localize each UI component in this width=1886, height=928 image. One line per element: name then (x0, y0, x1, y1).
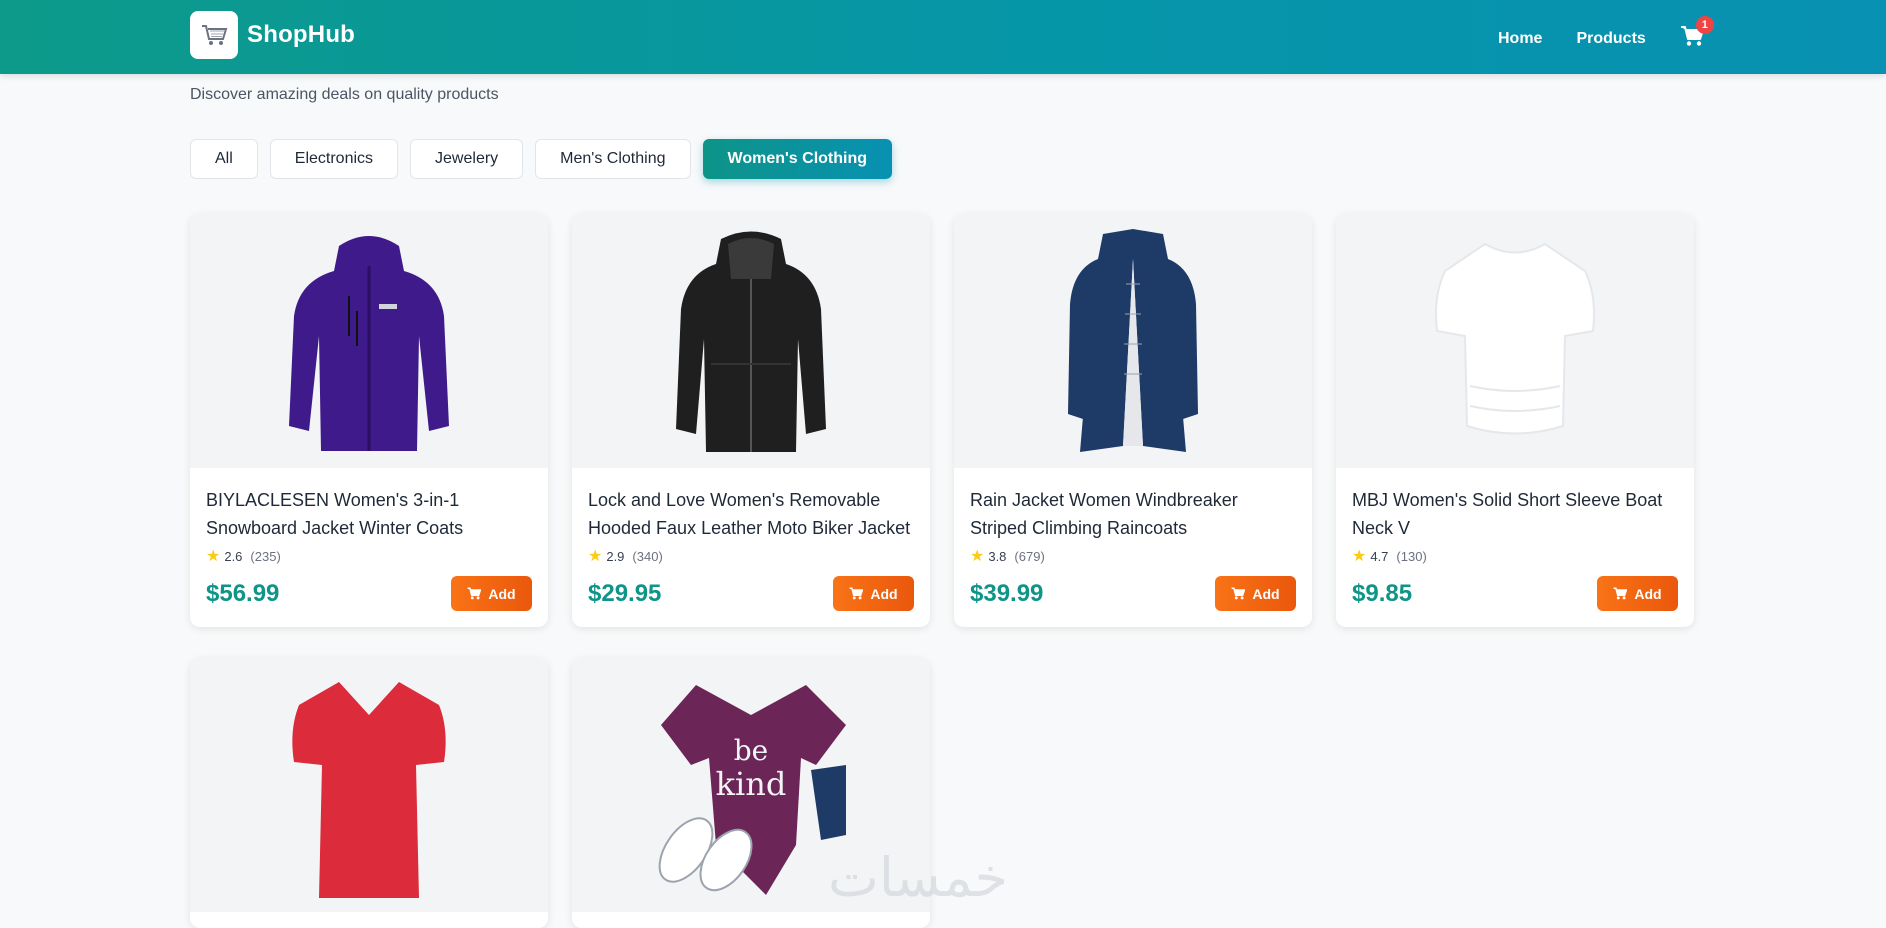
add-to-cart-button[interactable]: Add (1597, 576, 1678, 611)
cart-icon (1613, 587, 1628, 600)
main-nav: Home Products 1 (1498, 16, 1714, 53)
product-image (190, 214, 548, 468)
product-price: $9.85 (1352, 579, 1413, 607)
page-subtitle: Discover amazing deals on quality produc… (190, 86, 499, 103)
product-title[interactable]: Rain Jacket Women Windbreaker Striped Cl… (970, 486, 1296, 542)
cart-icon (467, 587, 482, 600)
product-image (572, 214, 930, 468)
filter-electronics[interactable]: Electronics (269, 139, 399, 179)
filter-jewelery[interactable]: Jewelery (410, 139, 524, 179)
product-title[interactable]: MBJ Women's Solid Short Sleeve Boat Neck… (1352, 486, 1678, 542)
add-to-cart-button[interactable]: Add (451, 576, 532, 611)
brand[interactable]: ShopHub (190, 11, 355, 59)
cart-icon (1231, 587, 1246, 600)
add-to-cart-button[interactable]: Add (1215, 576, 1296, 611)
nav-home-link[interactable]: Home (1498, 30, 1542, 48)
star-icon: ★ (970, 548, 985, 565)
add-to-cart-button[interactable]: Add (833, 576, 914, 611)
product-image (1336, 214, 1694, 468)
svg-text:be: be (734, 734, 769, 767)
brand-name: ShopHub (247, 21, 356, 48)
filter-all[interactable]: All (190, 139, 258, 179)
product-price: $56.99 (206, 579, 280, 607)
product-card[interactable]: BIYLACLESEN Women's 3-in-1 Snowboard Jac… (190, 214, 548, 627)
star-icon: ★ (1352, 548, 1367, 565)
cart-button[interactable]: 1 (1680, 16, 1714, 53)
filter-womens-clothing[interactable]: Women's Clothing (702, 139, 892, 179)
product-title[interactable]: BIYLACLESEN Women's 3-in-1 Snowboard Jac… (206, 486, 532, 542)
top-navbar: ShopHub Home Products 1 (0, 0, 1886, 74)
watermark: خمسات (828, 846, 1009, 909)
cart-logo-icon (190, 11, 238, 59)
svg-text:kind: kind (716, 765, 787, 803)
category-filters: All Electronics Jewelery Men's Clothing … (190, 139, 892, 179)
product-rating: ★ 2.6 (235) (206, 548, 281, 565)
product-card[interactable] (190, 658, 548, 928)
product-image (954, 214, 1312, 468)
star-icon: ★ (588, 548, 603, 565)
cart-icon (849, 587, 864, 600)
nav-products-link[interactable]: Products (1576, 30, 1645, 48)
product-card[interactable]: Lock and Love Women's Removable Hooded F… (572, 214, 930, 627)
product-image (190, 658, 548, 912)
filter-mens-clothing[interactable]: Men's Clothing (535, 139, 691, 179)
star-icon: ★ (206, 548, 221, 565)
product-card[interactable]: MBJ Women's Solid Short Sleeve Boat Neck… (1336, 214, 1694, 627)
product-rating: ★ 4.7 (130) (1352, 548, 1427, 565)
product-card[interactable]: Rain Jacket Women Windbreaker Striped Cl… (954, 214, 1312, 627)
product-title[interactable]: Lock and Love Women's Removable Hooded F… (588, 486, 914, 542)
product-rating: ★ 2.9 (340) (588, 548, 663, 565)
product-price: $39.99 (970, 579, 1044, 607)
cart-count-badge: 1 (1695, 16, 1714, 34)
product-rating: ★ 3.8 (679) (970, 548, 1045, 565)
product-price: $29.95 (588, 579, 662, 607)
